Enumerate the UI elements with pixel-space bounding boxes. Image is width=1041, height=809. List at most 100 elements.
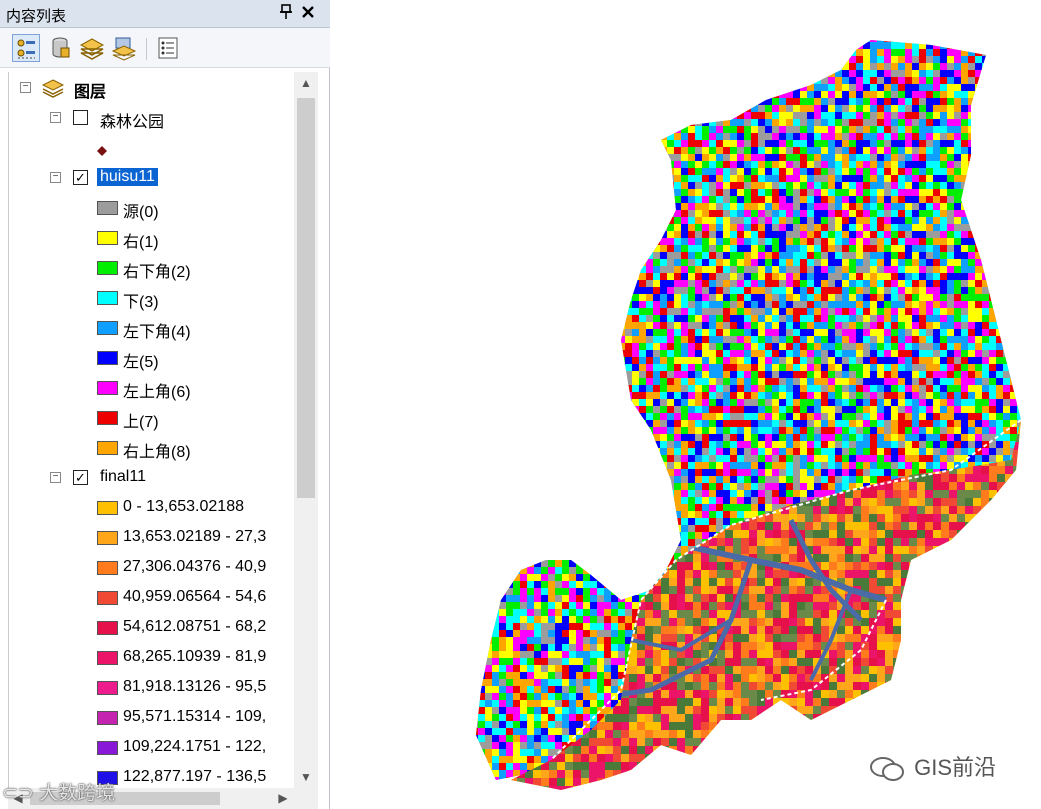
- database-icon: [52, 37, 70, 58]
- wechat-icon: [870, 757, 904, 782]
- list-by-drawing-order-button[interactable]: [12, 34, 40, 62]
- legend-label: 右上角(8): [123, 444, 191, 461]
- legend-item: 109,224.1751 - 122,: [9, 733, 294, 763]
- legend-swatch[interactable]: [97, 591, 118, 605]
- legend-label: 81,918.13126 - 95,5: [123, 678, 267, 695]
- watermark-logo-icon: ⊂⊃: [2, 783, 40, 804]
- collapse-icon[interactable]: −: [50, 112, 61, 123]
- layer-name: 森林公园: [100, 114, 165, 131]
- toc-titlebar: 内容列表: [0, 0, 330, 28]
- legend-item: 右下角(2): [9, 253, 294, 283]
- legend-swatch[interactable]: [97, 711, 118, 725]
- layer-tree: − 图层 − 森林公园 − ✓ huisu11 源(0) 右(1) 右下角(2) 下(…: [8, 72, 294, 788]
- legend-swatch[interactable]: [97, 741, 118, 755]
- layer-row-forest-park[interactable]: − 森林公园: [9, 103, 294, 133]
- list-by-visibility-button[interactable]: [78, 34, 106, 62]
- legend-label: 27,306.04376 - 40,9: [123, 558, 267, 575]
- legend-item: 54,612.08751 - 68,2: [9, 613, 294, 643]
- legend-label: 40,959.06564 - 54,6: [123, 588, 267, 605]
- legend-item: 68,265.10939 - 81,9: [9, 643, 294, 673]
- legend-item: 0 - 13,653.02188: [9, 493, 294, 523]
- legend-item: 下(3): [9, 283, 294, 313]
- legend-swatch[interactable]: [97, 231, 118, 245]
- legend-item: 左下角(4): [9, 313, 294, 343]
- options-list-icon: [158, 37, 178, 59]
- layers-icon: [79, 38, 105, 60]
- legend-label: 109,224.1751 - 122,: [123, 738, 267, 755]
- legend-swatch[interactable]: [97, 261, 118, 275]
- legend-label: 122,877.197 - 136,5: [123, 768, 267, 785]
- list-by-drawing-order-icon: [17, 39, 35, 59]
- scroll-right-icon[interactable]: ▶: [272, 788, 294, 809]
- legend-label: 源(0): [123, 204, 159, 221]
- legend-label: 左(5): [123, 354, 159, 371]
- options-button[interactable]: [154, 34, 182, 62]
- legend-item-point-symbol: [9, 133, 294, 163]
- legend-item: 40,959.06564 - 54,6: [9, 583, 294, 613]
- legend-swatch[interactable]: [97, 561, 118, 575]
- legend-item: 左上角(6): [9, 373, 294, 403]
- legend-label: 右(1): [123, 234, 159, 251]
- legend-swatch[interactable]: [97, 531, 118, 545]
- tree-root-layers[interactable]: − 图层: [9, 73, 294, 103]
- legend-swatch[interactable]: [97, 441, 118, 455]
- watermark-right: GIS前沿: [868, 750, 996, 783]
- scroll-down-icon[interactable]: ▼: [294, 766, 318, 788]
- legend-swatch[interactable]: [97, 621, 118, 635]
- legend-label: 右下角(2): [123, 264, 191, 281]
- vertical-scrollbar[interactable]: ▲ ▼: [294, 72, 318, 788]
- legend-label: 下(3): [123, 294, 159, 311]
- layer-row-final11[interactable]: − ✓ final11: [9, 463, 294, 493]
- toolbar-separator: [146, 38, 147, 60]
- toc-title: 内容列表: [6, 8, 67, 25]
- legend-swatch[interactable]: [97, 351, 118, 365]
- layer-row-huisu11[interactable]: − ✓ huisu11: [9, 163, 294, 193]
- watermark-right-text: GIS前沿: [914, 755, 997, 780]
- legend-item: 上(7): [9, 403, 294, 433]
- legend-swatch[interactable]: [97, 681, 118, 695]
- layer-visibility-checkbox[interactable]: ✓: [73, 170, 88, 185]
- legend-item: 源(0): [9, 193, 294, 223]
- pin-icon[interactable]: [277, 4, 295, 22]
- legend-label: 0 - 13,653.02188: [123, 498, 244, 515]
- layer-visibility-checkbox[interactable]: ✓: [73, 470, 88, 485]
- legend-label: 68,265.10939 - 81,9: [123, 648, 267, 665]
- layers-icon: [41, 78, 65, 98]
- legend-label: 左下角(4): [123, 324, 191, 341]
- selection-layers-icon: [111, 37, 137, 61]
- vertical-scroll-thumb[interactable]: [297, 98, 315, 498]
- watermark-left: ⊂⊃ 大数跨境: [2, 778, 115, 805]
- collapse-icon[interactable]: −: [50, 472, 61, 483]
- diamond-point-icon: [97, 143, 107, 159]
- legend-label: 左上角(6): [123, 384, 191, 401]
- legend-label: 54,612.08751 - 68,2: [123, 618, 267, 635]
- legend-label: 上(7): [123, 414, 159, 431]
- map-view[interactable]: [331, 0, 1041, 809]
- layer-name: huisu11: [97, 168, 158, 186]
- table-of-contents-panel: 内容列表 − 图层 − 森林公园 − ✓ huisu11 源(0) 右(1) 右…: [0, 0, 330, 809]
- legend-item: 27,306.04376 - 40,9: [9, 553, 294, 583]
- collapse-icon[interactable]: −: [20, 82, 31, 93]
- collapse-icon[interactable]: −: [50, 172, 61, 183]
- legend-swatch[interactable]: [97, 411, 118, 425]
- legend-swatch[interactable]: [97, 201, 118, 215]
- toc-toolbar: [0, 28, 330, 68]
- list-by-source-button[interactable]: [46, 34, 74, 62]
- legend-item: 右(1): [9, 223, 294, 253]
- legend-item: 81,918.13126 - 95,5: [9, 673, 294, 703]
- close-icon[interactable]: [298, 3, 318, 23]
- legend-swatch[interactable]: [97, 651, 118, 665]
- scroll-up-icon[interactable]: ▲: [294, 72, 318, 94]
- layer-visibility-checkbox[interactable]: [73, 110, 88, 125]
- legend-swatch[interactable]: [97, 501, 118, 515]
- legend-swatch[interactable]: [97, 291, 118, 305]
- legend-swatch[interactable]: [97, 381, 118, 395]
- root-layers-label: 图层: [74, 84, 107, 101]
- legend-label: 95,571.15314 - 109,: [123, 708, 267, 725]
- legend-swatch[interactable]: [97, 321, 118, 335]
- list-by-selection-button[interactable]: [110, 34, 138, 62]
- legend-item: 13,653.02189 - 27,3: [9, 523, 294, 553]
- raster-map: [476, 40, 1022, 790]
- legend-label: 13,653.02189 - 27,3: [123, 528, 267, 545]
- legend-item: 左(5): [9, 343, 294, 373]
